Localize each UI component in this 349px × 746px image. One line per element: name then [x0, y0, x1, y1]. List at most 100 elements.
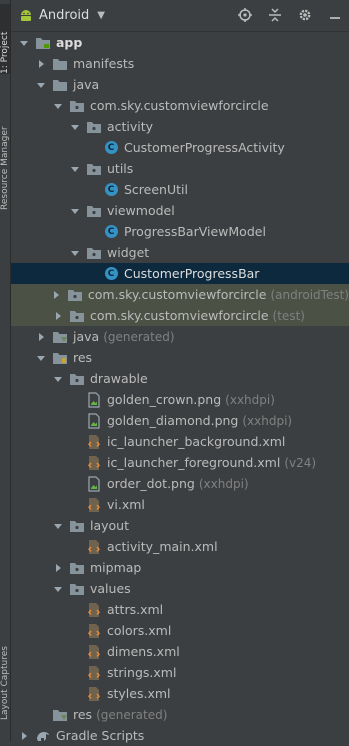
tree-arrow-placeholder	[70, 416, 80, 426]
expand-arrow-down-icon[interactable]	[53, 521, 63, 531]
expand-arrow-right-icon[interactable]	[53, 311, 63, 321]
tree-arrow-placeholder	[70, 458, 80, 468]
tree-row[interactable]: colors.xml	[11, 620, 349, 641]
expand-arrow-right-icon[interactable]	[36, 332, 46, 342]
expand-arrow-down-icon[interactable]	[36, 353, 46, 363]
tree-row[interactable]: golden_crown.png (xxhdpi)	[11, 389, 349, 410]
tree-row[interactable]: layout	[11, 515, 349, 536]
expand-arrow-down-icon[interactable]	[19, 38, 29, 48]
locate-icon[interactable]	[237, 7, 253, 23]
tree-row[interactable]: C CustomerProgressBar	[11, 263, 349, 284]
expand-arrow-right-icon[interactable]	[36, 59, 46, 69]
tree-item-label: java	[73, 329, 100, 344]
expand-arrow-right-icon[interactable]	[51, 290, 61, 300]
expand-arrow-down-icon[interactable]	[53, 584, 63, 594]
tree-row[interactable]: manifests	[11, 53, 349, 74]
tree-item-label: viewmodel	[107, 203, 175, 218]
tree-row[interactable]: com.sky.customviewforcircle (androidTest)	[11, 284, 349, 305]
expand-arrow-down-icon[interactable]	[70, 248, 80, 258]
gradle-icon	[35, 728, 51, 744]
tree-row[interactable]: strings.xml	[11, 662, 349, 683]
tree-row[interactable]: drawable	[11, 368, 349, 389]
expand-arrow-down-icon[interactable]	[36, 80, 46, 90]
tree-row[interactable]: ic_launcher_foreground.xml (v24)	[11, 452, 349, 473]
class-icon: C	[103, 266, 119, 282]
tree-item-hint: (xxhdpi)	[225, 392, 275, 407]
tree-arrow-placeholder	[87, 269, 97, 279]
expand-arrow-down-icon[interactable]	[70, 164, 80, 174]
tree-item-label: ic_launcher_foreground.xml	[107, 455, 281, 470]
tree-row[interactable]: golden_diamond.png (xxhdpi)	[11, 410, 349, 431]
tree-item-label: values	[90, 581, 131, 596]
tree-row[interactable]: res (generated)	[11, 704, 349, 725]
toolbar-actions	[237, 7, 343, 23]
tree-row[interactable]: java (generated)	[11, 326, 349, 347]
tree-item-hint: (v24)	[284, 455, 317, 470]
tree-row[interactable]: styles.xml	[11, 683, 349, 704]
tree-row[interactable]: C ScreenUtil	[11, 179, 349, 200]
expand-arrow-down-icon[interactable]	[53, 374, 63, 384]
tree-item-label: res	[73, 707, 93, 722]
layout-captures-tool-tab[interactable]: Layout Captures	[0, 620, 10, 720]
package-folder-icon	[86, 161, 102, 177]
image-file-icon	[86, 475, 102, 492]
tree-item-label: ScreenUtil	[124, 182, 188, 197]
chevron-down-icon[interactable]: ▼	[97, 10, 105, 21]
tree-row[interactable]: activity_main.xml	[11, 536, 349, 557]
tree-arrow-placeholder	[70, 395, 80, 405]
tree-row[interactable]: Gradle Scripts	[11, 725, 349, 746]
package-folder-icon	[69, 98, 85, 114]
class-icon: C	[103, 224, 119, 240]
tree-arrow-placeholder	[70, 626, 80, 636]
gear-icon[interactable]	[297, 7, 313, 23]
tree-row[interactable]: activity	[11, 116, 349, 137]
expand-arrow-down-icon[interactable]	[70, 122, 80, 132]
tree-row[interactable]: widget	[11, 242, 349, 263]
tree-row[interactable]: C CustomerProgressActivity	[11, 137, 349, 158]
tree-row[interactable]: order_dot.png (xxhdpi)	[11, 473, 349, 494]
tree-row[interactable]: java	[11, 74, 349, 95]
project-toolbar: Android ▼	[11, 0, 349, 32]
resource-manager-tool-tab[interactable]: Resource Manager	[0, 100, 10, 210]
tree-row[interactable]: com.sky.customviewforcircle	[11, 95, 349, 116]
tree-arrow-placeholder	[36, 710, 46, 720]
expand-arrow-down-icon[interactable]	[70, 206, 80, 216]
tree-item-label: ic_launcher_background.xml	[107, 434, 286, 449]
tree-item-label: manifests	[73, 56, 135, 71]
tree-row[interactable]: app	[11, 32, 349, 53]
tree-arrow-placeholder	[70, 479, 80, 489]
tree-row[interactable]: attrs.xml	[11, 599, 349, 620]
package-folder-icon	[69, 560, 85, 576]
tree-row[interactable]: vi.xml	[11, 494, 349, 515]
tree-item-hint: (androidTest)	[270, 287, 349, 302]
tree-row[interactable]: mipmap	[11, 557, 349, 578]
tree-item-label: utils	[107, 161, 134, 176]
expand-arrow-down-icon[interactable]	[53, 101, 63, 111]
generated-folder-icon	[52, 329, 68, 345]
tree-row[interactable]: values	[11, 578, 349, 599]
android-icon	[19, 9, 33, 23]
tree-row[interactable]: dimens.xml	[11, 641, 349, 662]
tree-row[interactable]: utils	[11, 158, 349, 179]
project-view-selector[interactable]: Android	[39, 8, 89, 23]
class-icon: C	[103, 182, 119, 198]
tree-row[interactable]: C ProgressBarViewModel	[11, 221, 349, 242]
tree-item-label: drawable	[90, 371, 148, 386]
image-file-icon	[86, 412, 102, 429]
tree-item-label: layout	[90, 518, 130, 533]
class-icon: C	[103, 140, 119, 156]
project-tool-tab[interactable]: 1: Project	[0, 4, 10, 74]
tree-row[interactable]: viewmodel	[11, 200, 349, 221]
resource-folder-icon	[52, 350, 68, 366]
tree-row[interactable]: com.sky.customviewforcircle (test)	[11, 305, 349, 326]
expand-arrow-right-icon[interactable]	[19, 731, 29, 741]
xml-file-icon	[86, 644, 102, 660]
collapse-icon[interactable]	[267, 7, 283, 23]
package-folder-icon	[69, 581, 85, 597]
folder-icon	[52, 56, 68, 72]
tree-row[interactable]: res	[11, 347, 349, 368]
tree-row[interactable]: ic_launcher_background.xml	[11, 431, 349, 452]
hide-icon[interactable]	[327, 7, 343, 23]
expand-arrow-right-icon[interactable]	[53, 563, 63, 573]
tree-arrow-placeholder	[87, 185, 97, 195]
